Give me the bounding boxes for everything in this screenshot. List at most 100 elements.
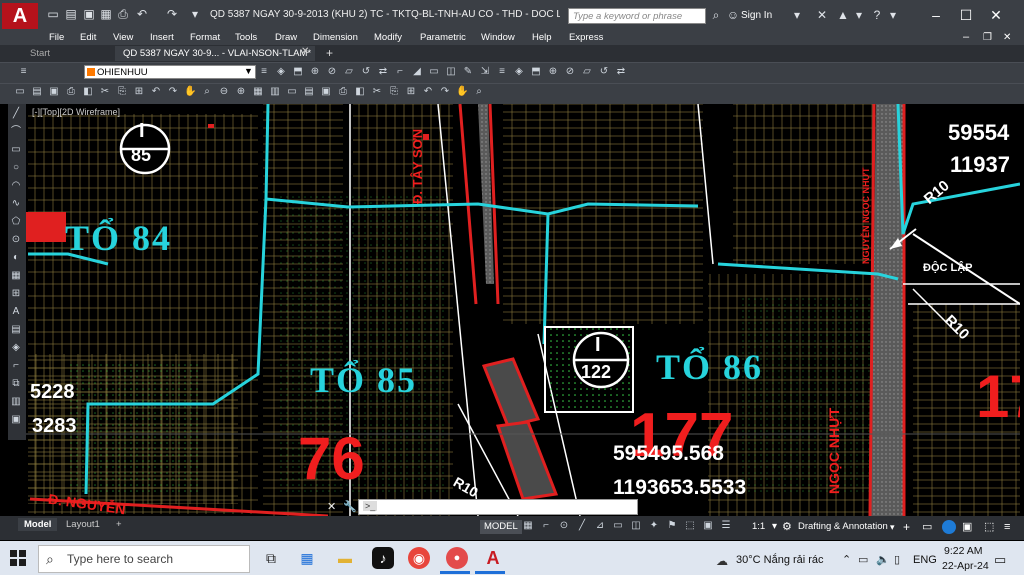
toolbar-tool-icon[interactable]: ✎ bbox=[462, 66, 474, 78]
clean-screen-icon[interactable]: ⬚ bbox=[984, 520, 994, 534]
taskbar-search-input[interactable]: Type here to search bbox=[38, 545, 250, 573]
tab-start[interactable]: Start bbox=[22, 46, 114, 61]
close-icon[interactable]: ✕ bbox=[982, 6, 1010, 24]
toolbar-tool-icon[interactable]: ⇄ bbox=[377, 66, 389, 78]
clock-date[interactable]: 22-Apr-24 bbox=[942, 560, 989, 572]
toolbar-tool-icon[interactable]: ◈ bbox=[275, 66, 287, 78]
toolbar-tool-icon[interactable]: ◢ bbox=[411, 66, 423, 78]
toolbar-tool-icon[interactable]: ⊿ bbox=[594, 520, 606, 532]
sign-in-link[interactable]: Sign In bbox=[741, 10, 772, 21]
menu-edit[interactable]: Edit bbox=[80, 30, 96, 45]
standard-toolbar-icons[interactable]: ▭ ▤ ▣ ⎙ ◧ ✂ ⎘ ⊞ ↶ ↷ ✋ ⌕ ⊖ ⊕ ▦ ▥ ▭ ▤ ▣ ⎙ ◧ ✂ ⎘ ⊞ ↶ ↷ ✋ ⌕ bbox=[14, 86, 494, 100]
toolbar-tool-icon[interactable]: ▤ bbox=[31, 86, 43, 98]
minimize-icon[interactable]: – bbox=[922, 6, 950, 24]
workspace-gear-icon[interactable]: ⚙ bbox=[782, 520, 792, 534]
input-language[interactable]: ENG bbox=[913, 554, 937, 566]
toolbar-tool-icon[interactable]: ⌐ bbox=[394, 66, 406, 78]
viewport-controls[interactable]: [-][Top][2D Wireframe] bbox=[32, 107, 120, 117]
monitor-icon[interactable]: ▭ bbox=[922, 520, 932, 534]
autocad-taskbar-icon[interactable]: A bbox=[482, 547, 504, 569]
toolbar-tool-icon[interactable]: ↷ bbox=[167, 86, 179, 98]
new-tab-button[interactable]: + bbox=[318, 46, 340, 61]
toolbar-tool-icon[interactable]: ◧ bbox=[82, 86, 94, 98]
maximize-icon[interactable]: ☐ bbox=[952, 6, 980, 24]
hardware-accel-icon[interactable]: ▣ bbox=[962, 520, 972, 534]
menu-file[interactable]: File bbox=[49, 30, 64, 45]
tab-close-icon[interactable]: ✕ bbox=[301, 46, 309, 57]
toolbar-tool-icon[interactable]: A bbox=[10, 306, 22, 318]
toolbar-tool-icon[interactable]: ▦ bbox=[522, 520, 534, 532]
menu-window[interactable]: Window bbox=[481, 30, 515, 45]
help-dropdown-icon[interactable]: ▾ bbox=[886, 9, 900, 22]
hidden-icons-chevron-icon[interactable]: ⌃ bbox=[842, 553, 851, 566]
tab-layout1[interactable]: Layout1 bbox=[60, 518, 106, 531]
command-settings-icon[interactable]: 🔧 bbox=[343, 500, 357, 513]
weather-text[interactable]: 30°C Nắng rải rác bbox=[736, 554, 824, 566]
plus-icon[interactable]: + bbox=[903, 520, 910, 534]
toolbar-tool-icon[interactable]: ⊕ bbox=[235, 86, 247, 98]
toolbar-tool-icon[interactable]: ⬒ bbox=[292, 66, 304, 78]
layer-properties-icon[interactable]: ≡ bbox=[17, 66, 30, 78]
toolbar-tool-icon[interactable]: ✋ bbox=[456, 86, 468, 98]
windows-start-icon[interactable] bbox=[10, 550, 26, 566]
menu-view[interactable]: View bbox=[113, 30, 133, 45]
notification-icon[interactable]: ▭ bbox=[994, 552, 1006, 568]
toolbar-tool-icon[interactable]: ⊘ bbox=[564, 66, 576, 78]
workspace-dropdown-icon[interactable]: ▾ bbox=[890, 520, 895, 534]
toolbar-tool-icon[interactable]: ▥ bbox=[10, 396, 22, 408]
exchange-icon[interactable]: ✕ bbox=[815, 9, 829, 22]
battery-icon[interactable]: ▯ bbox=[894, 553, 900, 566]
toolbar-tool-icon[interactable]: ◫ bbox=[445, 66, 457, 78]
menu-tools[interactable]: Tools bbox=[235, 30, 257, 45]
command-close-icon[interactable]: ✕ bbox=[327, 500, 336, 513]
a360-icon[interactable]: ▲ bbox=[836, 9, 850, 22]
toolbar-tool-icon[interactable]: ✦ bbox=[648, 520, 660, 532]
toolbar-tool-icon[interactable]: ⇄ bbox=[615, 66, 627, 78]
tab-model[interactable]: Model bbox=[18, 518, 58, 531]
toolbar-tool-icon[interactable]: ⊕ bbox=[309, 66, 321, 78]
toolbar-tool-icon[interactable]: ▭ bbox=[428, 66, 440, 78]
toolbar-tool-icon[interactable]: ⊞ bbox=[10, 288, 22, 300]
toolbar-tool-icon[interactable]: ◠ bbox=[10, 180, 22, 192]
toolbar-tool-icon[interactable]: ⌒ bbox=[10, 126, 22, 138]
layer-dropdown[interactable]: OHIENHUU bbox=[84, 65, 256, 79]
sign-in-dropdown-icon[interactable]: ▾ bbox=[790, 9, 804, 22]
toolbar-tool-icon[interactable]: ↶ bbox=[150, 86, 162, 98]
modify-toolbar-icons[interactable]: ≡ ◈ ⬒ ⊕ ⊘ ▱ ↺ ⇄ ⌐ ◢ ▭ ◫ ✎ ⇲ ≡ ◈ ⬒ ⊕ ⊘ ▱ ↺ ⇄ bbox=[258, 66, 628, 80]
toolbar-tool-icon[interactable]: ▭ bbox=[286, 86, 298, 98]
toolbar-tool-icon[interactable]: ▱ bbox=[343, 66, 355, 78]
drawing-canvas[interactable]: I 85 I 122 TỔ 84 TỔ 85 TỔ 86 76 177 17 5… bbox=[8, 104, 1020, 516]
redo-icon[interactable]: ↷ bbox=[165, 8, 179, 21]
toolbar-tool-icon[interactable]: ▦ bbox=[10, 270, 22, 282]
help-icon[interactable]: ? bbox=[870, 9, 884, 22]
toolbar-tool-icon[interactable]: ⎙ bbox=[337, 86, 349, 98]
toolbar-tool-icon[interactable]: ▤ bbox=[10, 324, 22, 336]
toolbar-tool-icon[interactable]: ▣ bbox=[320, 86, 332, 98]
workspace-switch[interactable]: Drafting & Annotation bbox=[798, 520, 888, 534]
binoculars-icon[interactable]: ⌕ bbox=[709, 9, 723, 22]
add-layout-button[interactable]: + bbox=[110, 518, 128, 531]
toolbar-tool-icon[interactable]: ✋ bbox=[184, 86, 196, 98]
toolbar-tool-icon[interactable]: ◈ bbox=[513, 66, 525, 78]
toolbar-tool-icon[interactable]: ⚑ bbox=[666, 520, 678, 532]
toolbar-tool-icon[interactable]: ⊘ bbox=[326, 66, 338, 78]
toolbar-tool-icon[interactable]: ✂ bbox=[99, 86, 111, 98]
toolbar-tool-icon[interactable]: ⇲ bbox=[479, 66, 491, 78]
menu-draw[interactable]: Draw bbox=[275, 30, 297, 45]
menu-format[interactable]: Format bbox=[190, 30, 220, 45]
toolbar-tool-icon[interactable]: ⊞ bbox=[405, 86, 417, 98]
toolbar-tool-icon[interactable]: ⊖ bbox=[218, 86, 230, 98]
toolbar-tool-icon[interactable]: ⬒ bbox=[530, 66, 542, 78]
toolbar-tool-icon[interactable]: ╱ bbox=[576, 520, 588, 532]
toolbar-tool-icon[interactable]: ╱ bbox=[10, 108, 22, 120]
toolbar-tool-icon[interactable]: ▱ bbox=[581, 66, 593, 78]
save-as-icon[interactable]: ▦ bbox=[99, 8, 113, 21]
undo-icon[interactable]: ↶ bbox=[135, 8, 149, 21]
tab-active-drawing[interactable]: QD 5387 NGAY 30-9... - VLAI-NSON-TLAM* bbox=[115, 46, 315, 61]
command-input[interactable]: >_ bbox=[358, 499, 638, 515]
menu-express[interactable]: Express bbox=[569, 30, 603, 45]
scale-dropdown-icon[interactable]: ▾ bbox=[772, 520, 777, 534]
draw-toolbar-icons[interactable]: ╱ ⌒ ▭ ○ ◠ ∿ ⬠ ⊙ ◐ ▦ ⊞ A ▤ ◈ ⌐ ⧉ ▥ ▣ bbox=[10, 108, 24, 438]
help-search-input[interactable]: Type a keyword or phrase bbox=[568, 8, 706, 24]
chrome-icon[interactable]: ◉ bbox=[408, 547, 430, 569]
